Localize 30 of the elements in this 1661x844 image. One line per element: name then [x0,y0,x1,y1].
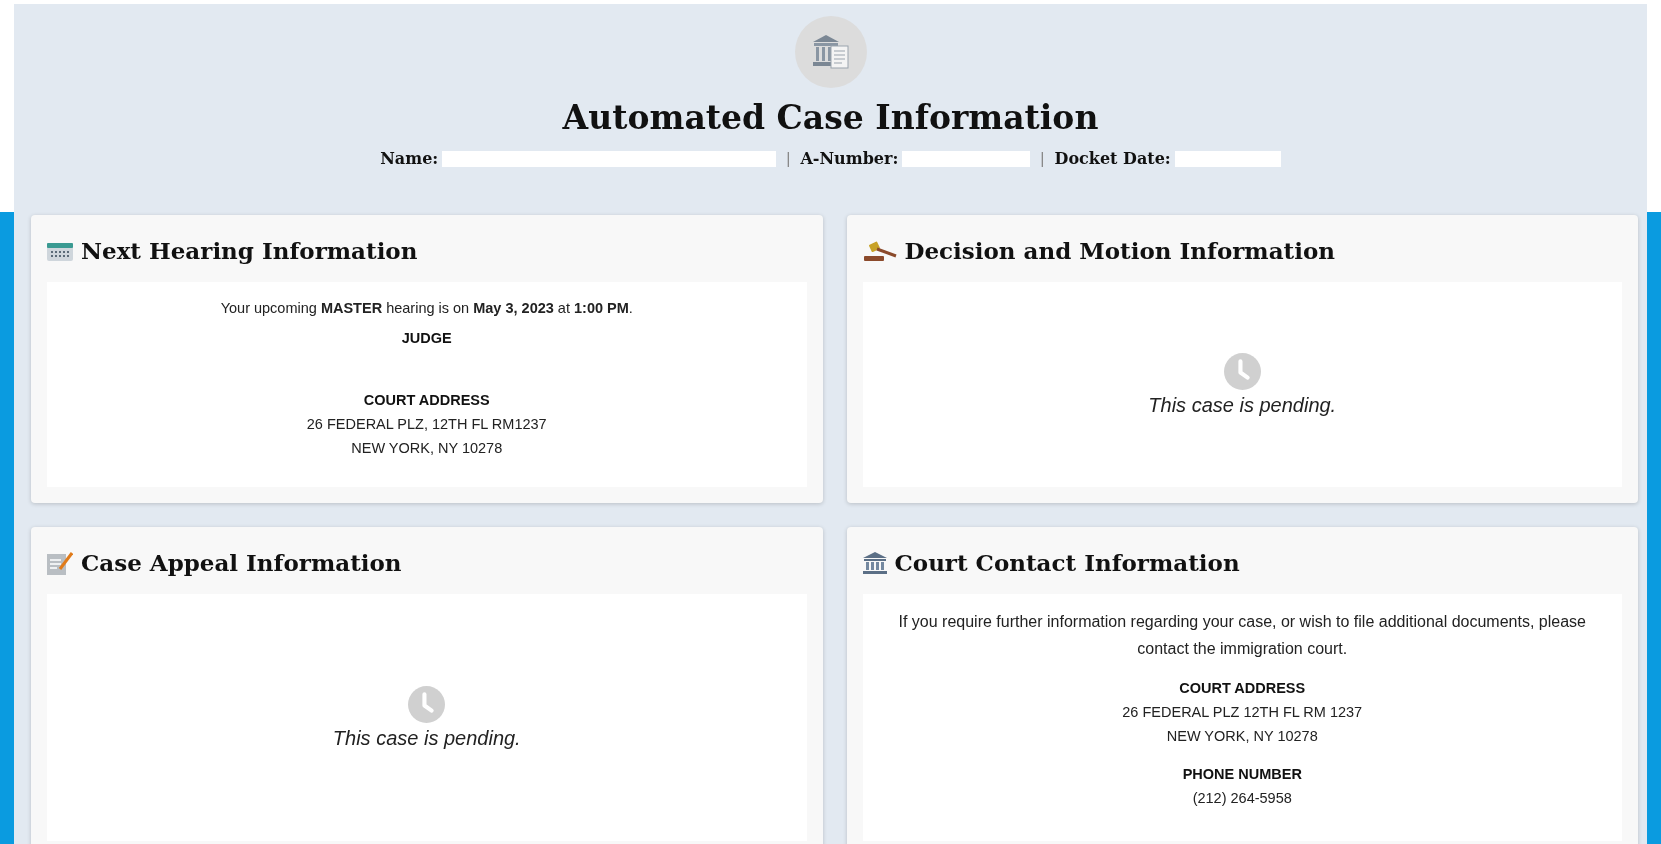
card-title: Next Hearing Information [81,237,418,264]
separator: | [786,149,791,168]
calendar-icon [47,240,73,261]
page-title: Automated Case Information [562,98,1099,137]
card-title: Case Appeal Information [81,549,402,576]
card-title: Decision and Motion Information [904,237,1336,264]
clock-icon [1223,352,1261,390]
section-label: PHONE NUMBER [1182,765,1302,784]
hearing-sentence: Your upcoming MASTER hearing is on May 3, 2023 at 1:00 PM. [220,299,633,318]
bank-icon [862,551,887,574]
field-label: Name: [380,149,439,168]
section-label: COURT ADDRESS [1179,679,1306,698]
judge-label: JUDGE [401,329,452,348]
contact-line: NEW YORK, NY 10278 [1166,727,1318,746]
memo-pencil-icon [47,550,73,575]
pending-message: This case is pending. [332,726,521,750]
field-label: Docket Date: [1054,149,1171,168]
contact-line: 26 FEDERAL PLZ 12TH FL RM 1237 [1122,703,1363,722]
contact-intro: If you require further information regarding your case, or wish to file additional documents, please contact the immigration court. [897,612,1587,659]
clock-icon [408,685,446,723]
contact-line: (212) 264-5958 [1192,789,1292,808]
address-line: 26 FEDERAL PLZ, 12TH FL RM1237 [306,415,547,434]
address-label: COURT ADDRESS [363,391,490,410]
field-label: A-Number: [800,149,899,168]
separator: | [1040,149,1045,168]
courthouse-document-icon [794,16,867,88]
gavel-icon [862,239,897,262]
address-line: NEW YORK, NY 10278 [351,439,503,458]
card-title: Court Contact Information [894,549,1240,576]
pending-message: This case is pending. [1148,393,1337,417]
